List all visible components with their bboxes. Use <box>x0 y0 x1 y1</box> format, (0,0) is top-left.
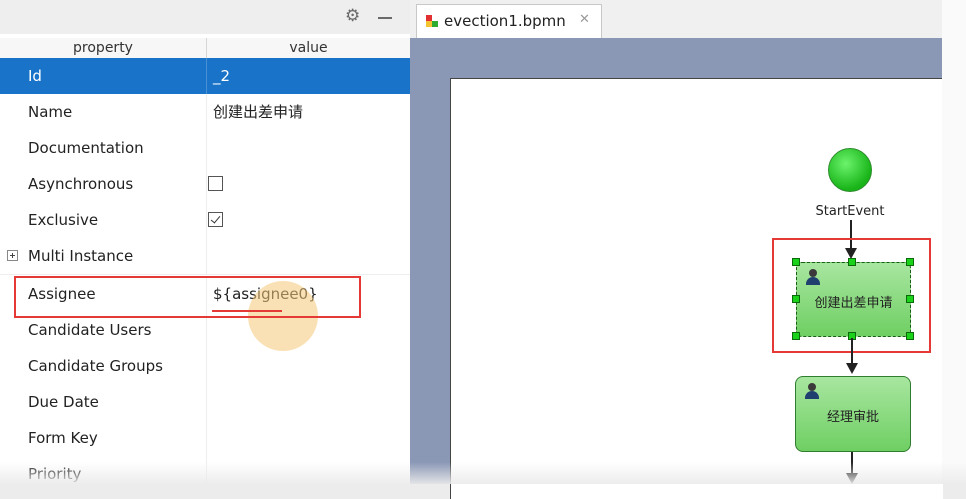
start-event[interactable] <box>828 148 872 192</box>
start-event-label: StartEvent <box>815 204 885 219</box>
arrow-head-icon <box>846 363 858 374</box>
column-divider <box>206 420 207 456</box>
property-column-header[interactable]: property <box>0 38 207 58</box>
property-row-form-key[interactable]: Form Key <box>0 420 410 457</box>
property-name: Candidate Groups <box>28 357 163 375</box>
user-icon <box>804 383 820 399</box>
value-column-header[interactable]: value <box>207 38 410 58</box>
properties-toolbar: ⚙ <box>0 0 410 34</box>
property-name: Due Date <box>28 393 99 411</box>
property-name: Exclusive <box>28 211 99 229</box>
property-row-multi-instance[interactable]: Multi Instance <box>0 238 410 275</box>
property-row-documentation[interactable]: Documentation <box>0 130 410 167</box>
exclusive-checkbox[interactable] <box>208 212 223 227</box>
property-value[interactable]: 创建出差申请 <box>213 94 303 130</box>
property-row-exclusive[interactable]: Exclusive <box>0 202 410 239</box>
column-divider <box>206 58 207 94</box>
column-divider <box>206 384 207 420</box>
task-label: 创建出差申请 <box>814 296 893 311</box>
properties-table-header: property value <box>0 38 410 59</box>
tab-evection1-bpmn[interactable]: evection1.bpmn ✕ <box>416 4 602 38</box>
property-value[interactable]: _2 <box>213 58 230 94</box>
property-row-id[interactable]: Id _2 <box>0 58 410 95</box>
property-row-asynchronous[interactable]: Asynchronous <box>0 166 410 203</box>
minimize-icon[interactable] <box>378 17 392 19</box>
task-create-travel-request[interactable]: 创建出差申请 <box>796 262 911 337</box>
editor-tab-bar: evection1.bpmn ✕ <box>410 0 942 39</box>
assignee-annotation-box <box>14 276 361 318</box>
user-icon <box>805 269 821 285</box>
resize-handle[interactable] <box>848 258 856 266</box>
column-divider <box>206 130 207 166</box>
bpmn-file-icon <box>426 15 438 27</box>
resize-handle[interactable] <box>906 295 914 303</box>
properties-panel: ⚙ property value Id _2 Name 创建出差申请 Docum… <box>0 0 410 484</box>
resize-handle[interactable] <box>792 258 800 266</box>
bottom-fade <box>0 462 966 484</box>
close-icon[interactable]: ✕ <box>579 12 590 27</box>
property-name: Documentation <box>28 139 144 157</box>
column-divider <box>206 238 207 274</box>
property-name: Name <box>28 103 73 121</box>
property-row-candidate-groups[interactable]: Candidate Groups <box>0 348 410 385</box>
property-row-due-date[interactable]: Due Date <box>0 384 410 421</box>
task-manager-approval[interactable]: 经理审批 <box>795 376 911 452</box>
tab-title: evection1.bpmn <box>444 12 566 30</box>
task-label: 经理审批 <box>826 410 879 425</box>
property-row-name[interactable]: Name 创建出差申请 <box>0 94 410 131</box>
resize-handle[interactable] <box>792 332 800 340</box>
column-divider <box>206 348 207 384</box>
asynchronous-checkbox[interactable] <box>208 176 223 191</box>
property-name: Multi Instance <box>28 247 134 265</box>
sequence-flow-2[interactable] <box>851 338 853 364</box>
gear-icon[interactable]: ⚙ <box>345 8 360 25</box>
resize-handle[interactable] <box>906 258 914 266</box>
expand-plus-icon[interactable] <box>7 250 18 261</box>
column-divider <box>206 94 207 130</box>
property-name: Form Key <box>28 429 98 447</box>
property-name: Asynchronous <box>28 175 134 193</box>
checkmark-icon <box>210 213 221 224</box>
assignee-annotation-underline <box>212 310 282 312</box>
resize-handle[interactable] <box>906 332 914 340</box>
window-edge <box>942 0 966 484</box>
resize-handle[interactable] <box>792 295 800 303</box>
column-divider <box>206 202 207 238</box>
property-name: Id <box>28 67 42 85</box>
column-divider <box>206 166 207 202</box>
